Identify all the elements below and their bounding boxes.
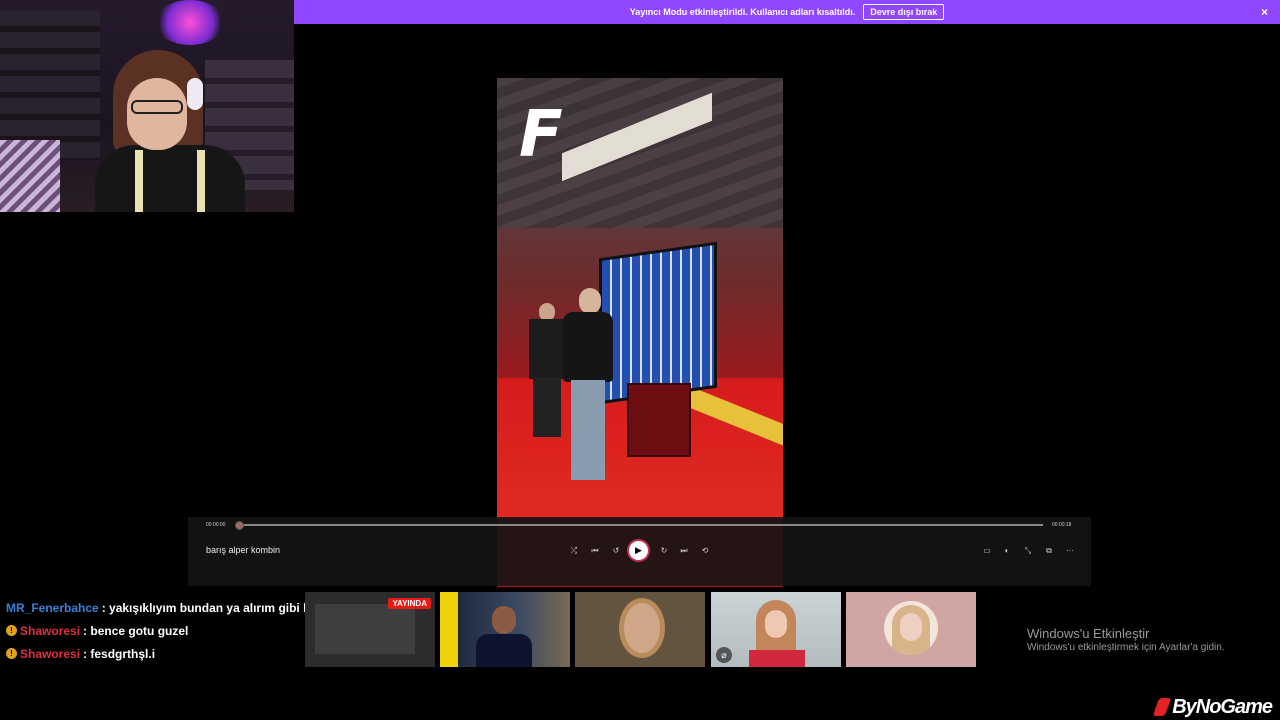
chat-text: : yakışıklıyım bundan ya alırım gibi bun… [101,600,333,615]
participant-tile-2[interactable] [440,592,570,667]
streamer-mode-banner: Yayıncı Modu etkinleştirildi. Kullanıcı … [294,0,1280,24]
brand-logo-icon [1152,698,1172,716]
repeat-icon[interactable]: ⟲ [699,546,711,555]
video-podium [627,383,691,457]
video-frame[interactable]: F [497,78,783,587]
windows-activation-title: Windows'u Etkinleştir [1027,626,1150,641]
windows-activation-notice: Windows'u Etkinleştir Windows'u etkinleş… [1027,626,1225,653]
participant-tile-5[interactable] [846,592,976,667]
chat-overlay: MR_Fenerbahce : yakışıklıyım bundan ya a… [6,596,332,665]
neon-sign [155,0,225,45]
brand-text: ByNoGame [1172,695,1273,718]
streamer [95,50,245,212]
shuffle-icon[interactable]: ⤮ [568,546,580,556]
total-time: 00:00:18 [1052,522,1072,528]
chat-message: ! Shaworesi : bence gotu guzel [6,619,332,642]
banner-text: Yayıncı Modu etkinleştirildi. Kullanıcı … [629,7,856,17]
streamer-glasses [131,100,183,114]
subtitles-icon[interactable]: ▭ [981,546,993,555]
webcam-bed [0,140,60,212]
previous-icon[interactable]: ⏮ [589,546,601,556]
participant-tile-1[interactable]: YAYINDA [305,592,435,667]
chat-username: Shaworesi [20,646,81,661]
forward-icon[interactable]: ↻ [658,546,670,555]
streamer-face [127,78,187,150]
chat-username: Shaworesi [20,623,81,638]
video-person-foreground [557,288,617,488]
video-logo: F [519,98,563,172]
seek-handle[interactable] [234,521,244,530]
participant-body [476,634,532,667]
participant-avatar [624,603,660,653]
disable-streamer-mode-button[interactable]: Devre dışı bırak [863,4,945,20]
participant-face [900,613,922,641]
participant-face [765,610,787,638]
webcam-overlay [0,0,294,212]
media-title: barış alper kombin [206,545,281,555]
chat-text: : fesdgrthşl.i [83,646,156,661]
seek-bar[interactable] [239,524,1043,526]
tile-screen-share [315,604,415,654]
media-player-controls: 00:00:00 00:00:18 barış alper kombin ⤮ ⏮… [188,517,1091,586]
chat-message: ! Shaworesi : fesdgrthşl.i [6,642,332,665]
next-icon[interactable]: ⏭ [678,546,690,556]
chat-message: MR_Fenerbahce : yakışıklıyım bundan ya a… [6,596,332,619]
participant-head [492,606,516,634]
participant-tile-3[interactable] [575,592,705,667]
person-legs [571,380,605,480]
chat-text: : bence gotu guzel [83,623,189,638]
live-badge: YAYINDA [388,598,431,609]
fullscreen-icon[interactable]: ⤡ [1022,546,1034,556]
headset [187,78,203,110]
person-head [579,288,601,314]
rewind-icon[interactable]: ↺ [610,546,622,555]
chat-badge-icon: ! [6,625,17,636]
chat-badge-icon: ! [6,648,17,659]
webcam-shelf [0,10,100,160]
current-time: 00:00:00 [206,522,226,528]
participant-avatar [884,601,938,655]
more-options-icon[interactable]: ··· [1064,546,1076,555]
person-jacket [563,312,613,382]
participant-tile-4[interactable]: ⌀ [711,592,841,667]
play-button[interactable]: ▶ [629,541,648,560]
mic-muted-icon: ⌀ [716,647,732,663]
volume-icon[interactable]: ◐ [1001,546,1013,555]
chat-username: MR_Fenerbahce [6,600,99,615]
miniplayer-icon[interactable]: ⧉ [1043,546,1055,556]
close-icon[interactable]: × [1261,5,1268,19]
windows-activation-subtitle: Windows'u etkinleştirmek için Ayarlar'a … [1027,642,1225,653]
brand-watermark: ByNoGame [1152,694,1273,720]
streamer-straps [135,150,205,212]
participant-top [749,650,805,667]
